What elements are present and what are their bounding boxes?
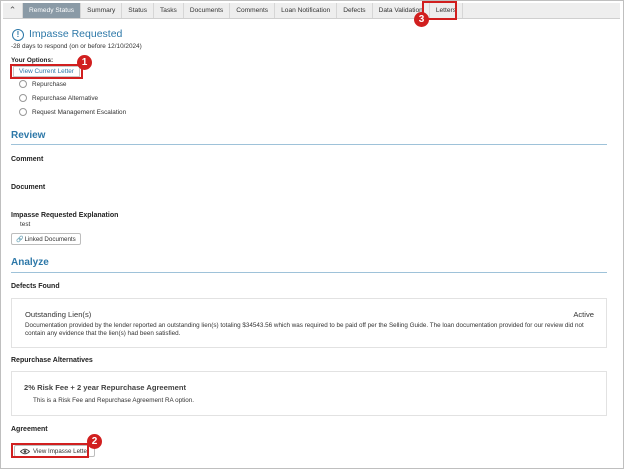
option-request-management-escalation[interactable]: Request Management Escalation (19, 108, 126, 116)
collapse-chevron-icon[interactable]: ⌃ (3, 3, 23, 18)
callout-badge-3: 3 (414, 12, 429, 27)
radio-button[interactable] (19, 108, 27, 116)
view-impasse-letter-label: View Impasse Letter (33, 447, 89, 455)
tab-status[interactable]: Status (122, 3, 154, 18)
defect-status: Active (573, 310, 594, 319)
document-label: Document (11, 184, 46, 191)
alternative-title: 2% Risk Fee + 2 year Repurchase Agreemen… (24, 383, 187, 392)
alternative-card: 2% Risk Fee + 2 year Repurchase Agreemen… (11, 371, 607, 416)
tab-documents[interactable]: Documents (184, 3, 231, 18)
linked-documents-button[interactable]: 🔗 Linked Documents (11, 233, 81, 245)
option-repurchase[interactable]: Repurchase (19, 80, 66, 88)
comment-label: Comment (11, 156, 44, 163)
defect-title: Outstanding Lien(s) (25, 310, 92, 319)
view-current-letter-button[interactable]: View Current Letter (13, 66, 80, 77)
main-content: ! Impasse Requested -28 days to respond … (3, 19, 620, 466)
callout-badge-1: 1 (77, 55, 92, 70)
analyze-divider (11, 272, 607, 273)
tab-letters[interactable]: Letters (430, 3, 463, 18)
radio-button[interactable] (19, 80, 27, 88)
view-impasse-letter-button[interactable]: View Impasse Letter (14, 445, 95, 457)
tab-comments[interactable]: Comments (230, 3, 276, 18)
agreement-label: Agreement (11, 426, 48, 433)
defect-description: Documentation provided by the lender rep… (25, 322, 584, 337)
repurchase-alternatives-label: Repurchase Alternatives (11, 357, 93, 364)
radio-button[interactable] (19, 94, 27, 102)
explanation-label: Impasse Requested Explanation (11, 212, 119, 219)
review-divider (11, 144, 607, 145)
option-repurchase-alternative[interactable]: Repurchase Alternative (19, 94, 98, 102)
option-label: Request Management Escalation (32, 108, 127, 116)
eye-icon (20, 447, 30, 455)
tab-tasks[interactable]: Tasks (154, 3, 184, 18)
explanation-value: test (20, 221, 31, 228)
tab-bar: ⌃ Remedy Status Summary Status Tasks Doc… (3, 3, 620, 19)
alert-circle-icon: ! (12, 29, 24, 41)
days-to-respond: -28 days to respond (on or before 12/10/… (11, 43, 142, 50)
options-label: Your Options: (11, 57, 54, 64)
page-title: Impasse Requested (29, 28, 123, 40)
callout-badge-2: 2 (87, 434, 102, 449)
linked-documents-label: Linked Documents (24, 235, 76, 243)
defects-found-label: Defects Found (11, 283, 60, 290)
analyze-heading: Analyze (11, 257, 49, 268)
alternative-description: This is a Risk Fee and Repurchase Agreem… (33, 397, 195, 404)
link-icon: 🔗 (16, 236, 24, 243)
tab-defects[interactable]: Defects (337, 3, 373, 18)
defect-card: Outstanding Lien(s) Active Documentation… (11, 298, 607, 348)
tab-remedy-status[interactable]: Remedy Status (23, 3, 82, 18)
tab-summary[interactable]: Summary (81, 3, 123, 18)
review-heading: Review (11, 130, 46, 141)
option-label: Repurchase (32, 80, 67, 88)
tab-loan-notification[interactable]: Loan Notification (275, 3, 338, 18)
option-label: Repurchase Alternative (32, 94, 99, 102)
